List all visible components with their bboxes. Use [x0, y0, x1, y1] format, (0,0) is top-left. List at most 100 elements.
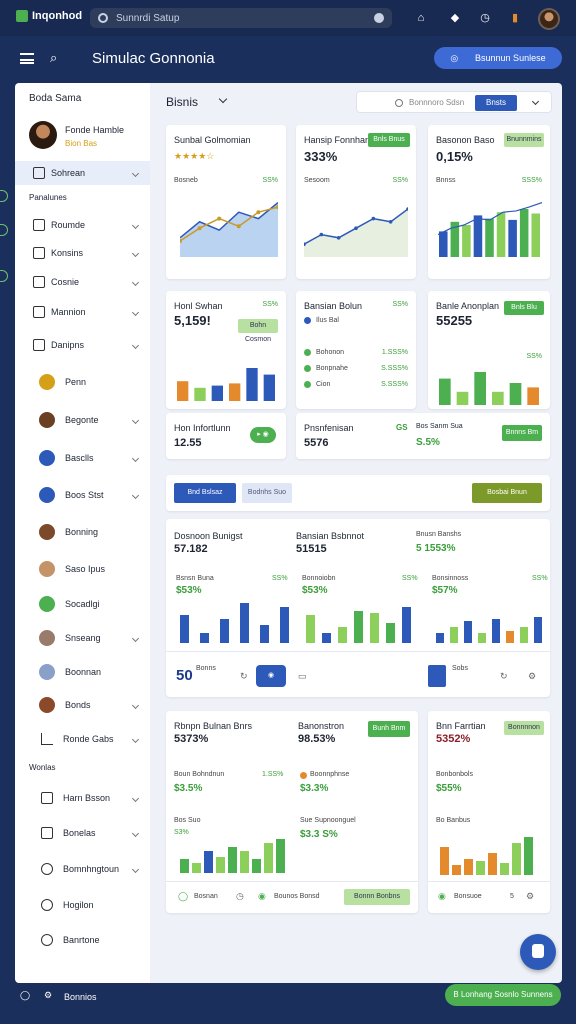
action-button[interactable]: [428, 665, 446, 687]
sidebar-item[interactable]: Bonning: [15, 520, 150, 544]
status-icon[interactable]: ◉: [258, 891, 266, 902]
bar: [264, 843, 273, 873]
card-pill[interactable]: Bohn Cosmon: [238, 319, 278, 343]
bar: [439, 378, 451, 405]
stat-card[interactable]: Basonon Baso 0,15% Bnunnmins Bnnss SSS%: [428, 125, 550, 279]
card-pill[interactable]: Bnnns Bm: [502, 425, 542, 441]
sidebar-item[interactable]: Harn Bsson: [15, 786, 150, 810]
sidebar-item[interactable]: Hogilon: [15, 893, 150, 917]
wide-card[interactable]: Dosnoon Bunigst 57.182 Bansian Bsbnnot 5…: [166, 519, 550, 697]
status-icon[interactable]: ◉: [438, 891, 446, 902]
flag-icon[interactable]: ▮: [508, 11, 522, 25]
sidebar-item[interactable]: Ronde Gabs: [15, 727, 150, 751]
sidebar-item[interactable]: Snseang: [15, 626, 150, 650]
menu-icon[interactable]: [20, 53, 34, 64]
chevron-down-icon[interactable]: [218, 94, 228, 104]
sub-label: Bsnsn Buna: [176, 575, 214, 582]
card-title: Bansian Bolun: [304, 301, 363, 311]
search-input[interactable]: Sunnrdi Satup: [90, 8, 392, 28]
footer-action-button[interactable]: B Lonhang Sosnlo Sunnens: [445, 984, 561, 1006]
sidebar-item[interactable]: Roumde: [15, 213, 150, 237]
bottom-card[interactable]: Rbnpn Bulnan Bnrs 5373% Banonstron 98.53…: [166, 711, 418, 913]
sidebar-item[interactable]: Banrtone: [15, 928, 150, 952]
globe-icon: [39, 450, 55, 466]
legend-label: Ilus Bal: [316, 317, 339, 324]
card-pill[interactable]: Bnunnmins: [504, 133, 544, 147]
settings-icon[interactable]: ⚙: [526, 891, 534, 902]
profile[interactable]: Fonde Hamble Bion Bas: [29, 121, 149, 161]
toggle-pill[interactable]: ▸ ◉: [250, 427, 276, 443]
filter-button[interactable]: Bnsts: [475, 95, 517, 111]
refresh-icon[interactable]: ↻: [500, 671, 508, 682]
doc-icon[interactable]: ▭: [298, 671, 307, 682]
clock-icon[interactable]: ◷: [478, 11, 492, 25]
bar: [439, 231, 448, 257]
card-pill[interactable]: Bnls Bnus: [368, 133, 410, 147]
filter-bar[interactable]: Bonnnoro Sdsn Bnsts: [356, 91, 552, 113]
card-title: Banonstron: [298, 721, 345, 731]
stat-card[interactable]: Hansip Fonnhan 333% Bnls Bnus Sesoom SS%: [296, 125, 416, 279]
stat-card[interactable]: Honl Swhan SS% 5,159! Bohn Cosmon: [166, 291, 286, 409]
clock-icon[interactable]: ◷: [236, 891, 244, 902]
sidebar-item[interactable]: Cosnie: [15, 270, 150, 294]
sidebar-item[interactable]: Begonte: [15, 408, 150, 432]
sidebar-item[interactable]: Konsins: [15, 241, 150, 265]
sidebar-item[interactable]: Boonnan: [15, 660, 150, 684]
sub-value: $3.5%: [174, 783, 203, 794]
action-button[interactable]: ◉: [256, 665, 286, 687]
app-logo[interactable]: Inqonhod: [16, 10, 82, 22]
app-name: Inqonhod: [32, 10, 83, 22]
lock-fab-button[interactable]: [520, 934, 556, 970]
sidebar-item[interactable]: Bonds: [15, 693, 150, 717]
chevron-down-icon[interactable]: [531, 97, 540, 106]
edge-handle[interactable]: [0, 270, 8, 282]
sidebar-item[interactable]: Socadlgi: [15, 592, 150, 616]
stat-card[interactable]: Pnsnfenisan 5576 GS Bos Sanm Sua S.5% Bn…: [296, 413, 550, 459]
bottom-card[interactable]: Bnn Farrtian 5352% Bonnnnon Bonbonbols $…: [428, 711, 550, 913]
edge-handle[interactable]: [0, 190, 8, 202]
sidebar-item[interactable]: Danipns: [15, 333, 150, 357]
legend-card[interactable]: Bansian Bolun SS% Ilus Bal Bohonon 1.SSS…: [296, 291, 416, 409]
bar: [524, 837, 533, 875]
card-pill[interactable]: Bunh Bnm: [368, 721, 410, 737]
footer-pill[interactable]: Bonnn Bonbns: [344, 889, 410, 905]
shield-icon[interactable]: ◆: [448, 11, 462, 25]
edge-handle[interactable]: [0, 224, 8, 236]
sidebar-item[interactable]: Penn: [15, 370, 150, 394]
refresh-icon[interactable]: ↻: [240, 671, 248, 682]
settings-icon[interactable]: ◯: [20, 990, 30, 1001]
bar: [492, 391, 504, 405]
user-avatar[interactable]: [538, 8, 560, 30]
home-icon[interactable]: ⌂: [414, 11, 428, 25]
sidebar-item[interactable]: Basclls: [15, 446, 150, 470]
badge-icon: [39, 374, 55, 390]
stat-card[interactable]: Banle Anonplan 55255 Bnls Blu SS%: [428, 291, 550, 409]
sidebar-item[interactable]: Bomnhngtoun: [15, 857, 150, 881]
stat-card[interactable]: Hon Infortlunn 12.55 ▸ ◉: [166, 413, 286, 459]
tab-active[interactable]: Bnd Bslsaz: [174, 483, 236, 503]
mic-icon[interactable]: [374, 13, 384, 23]
line-chart: [304, 207, 408, 257]
sidebar-item[interactable]: Mannion: [15, 300, 150, 324]
check-icon[interactable]: ◯: [178, 891, 188, 902]
card-title: Banle Anonplan: [436, 301, 500, 311]
gear-icon[interactable]: ⚙: [44, 990, 52, 1001]
sub-label: Bonnoiobn: [302, 575, 336, 582]
bar: [180, 615, 189, 643]
sidebar-item[interactable]: Bonelas: [15, 821, 150, 845]
bar: [252, 859, 261, 873]
tab[interactable]: Bodnhs Suo: [242, 483, 292, 503]
card-pill[interactable]: Bnls Blu: [504, 301, 544, 315]
sidebar-item[interactable]: Boos Stst: [15, 483, 150, 507]
bar: [240, 851, 249, 873]
stat-card[interactable]: Sunbal Golmomian ★★★★☆ Bosneb SS%: [166, 125, 286, 279]
sidebar-item[interactable]: Saso Ipus: [15, 557, 150, 581]
sidebar-item-active[interactable]: Sohrean: [15, 161, 150, 185]
tab-action-button[interactable]: Bosbai Bnun: [472, 483, 542, 503]
search-icon[interactable]: ⌕: [50, 50, 57, 66]
legend-value: 1.SSS%: [381, 349, 408, 356]
settings-icon[interactable]: ⚙: [528, 671, 536, 682]
card-icon: [33, 247, 45, 259]
header-action-button[interactable]: ◎ Bsunnun Sunlese: [434, 47, 562, 69]
card-pill[interactable]: Bonnnnon: [504, 721, 544, 735]
